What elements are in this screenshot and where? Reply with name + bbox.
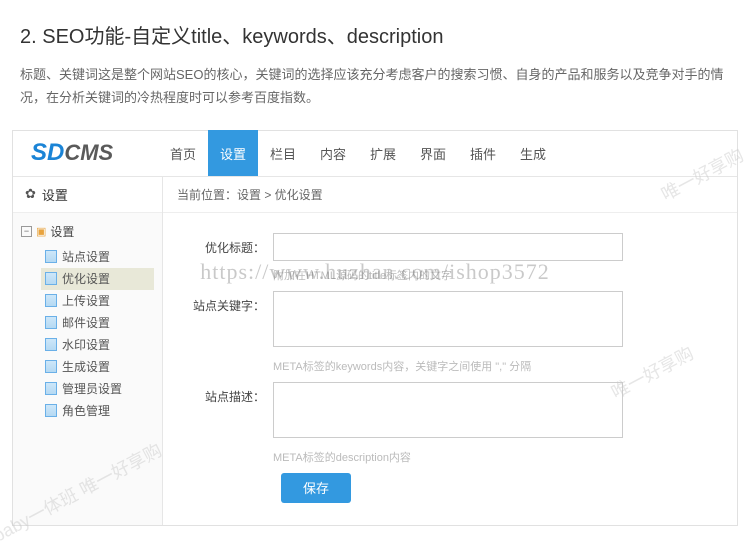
keywords-input[interactable] [273,291,623,347]
tree-root[interactable]: − ▣ 设置 [21,223,154,240]
tree-item-label: 邮件设置 [62,314,110,331]
sidebar-title-text: 设置 [42,185,68,204]
keywords-hint: META标签的keywords内容，关键字之间使用 "," 分隔 [273,358,717,374]
nav-item[interactable]: 首页 [158,130,208,176]
save-button[interactable]: 保存 [281,473,351,503]
nav-item[interactable]: 设置 [208,130,258,176]
sidebar: ✿ 设置 − ▣ 设置 站点设置优化设置上传设置邮件设置水印设置生成设置管理员设… [13,177,163,525]
desc-hint: META标签的description内容 [273,449,717,465]
tree-item-label: 管理员设置 [62,380,122,397]
article-paragraph: 标题、关键词这是整个网站SEO的核心，关键词的选择应该充分考虑客户的搜索习惯、自… [20,63,730,110]
nav-item[interactable]: 内容 [308,130,358,176]
breadcrumb: 当前位置：设置 > 优化设置 [163,177,737,213]
logo: SDCMS [13,130,158,176]
doc-icon [45,272,57,285]
tree-item-label: 水印设置 [62,336,110,353]
tree-item-label: 角色管理 [62,402,110,419]
tree-item[interactable]: 生成设置 [41,356,154,378]
gear-icon: ✿ [25,186,36,202]
desc-label: 站点描述： [183,382,273,465]
sidebar-title: ✿ 设置 [13,177,162,213]
doc-icon [45,338,57,351]
tree-item-label: 上传设置 [62,292,110,309]
top-nav: 首页设置栏目内容扩展界面插件生成 [158,130,558,176]
nav-item[interactable]: 界面 [408,130,458,176]
doc-icon [45,294,57,307]
title-hint: 附加在HTML源码的title标签内的文字 [273,267,717,283]
tree-item[interactable]: 水印设置 [41,334,154,356]
tree-item[interactable]: 上传设置 [41,290,154,312]
title-label: 优化标题： [183,233,273,283]
tree-item[interactable]: 优化设置 [41,268,154,290]
folder-icon: ▣ [36,225,46,238]
logo-cms: CMS [64,140,113,166]
tree-item[interactable]: 站点设置 [41,246,154,268]
keywords-label: 站点关键字： [183,291,273,374]
tree-item[interactable]: 角色管理 [41,400,154,422]
tree-collapse-icon[interactable]: − [21,226,32,237]
doc-icon [45,250,57,263]
tree-item[interactable]: 管理员设置 [41,378,154,400]
doc-icon [45,360,57,373]
doc-icon [45,404,57,417]
tree-item-label: 优化设置 [62,270,110,287]
desc-input[interactable] [273,382,623,438]
cms-screenshot: SDCMS 首页设置栏目内容扩展界面插件生成 ✿ 设置 − ▣ 设置 站点设置优… [12,130,738,526]
nav-item[interactable]: 扩展 [358,130,408,176]
nav-item[interactable]: 栏目 [258,130,308,176]
tree-item-label: 站点设置 [62,248,110,265]
nav-item[interactable]: 生成 [508,130,558,176]
nav-item[interactable]: 插件 [458,130,508,176]
doc-icon [45,382,57,395]
main-panel: 当前位置：设置 > 优化设置 优化标题： 附加在HTML源码的title标签内的… [163,177,737,525]
tree-item-label: 生成设置 [62,358,110,375]
article-heading: 2. SEO功能-自定义title、keywords、description [20,20,730,49]
logo-sd: SD [31,139,64,167]
doc-icon [45,316,57,329]
title-input[interactable] [273,233,623,261]
tree-root-label: 设置 [50,223,74,240]
tree-item[interactable]: 邮件设置 [41,312,154,334]
